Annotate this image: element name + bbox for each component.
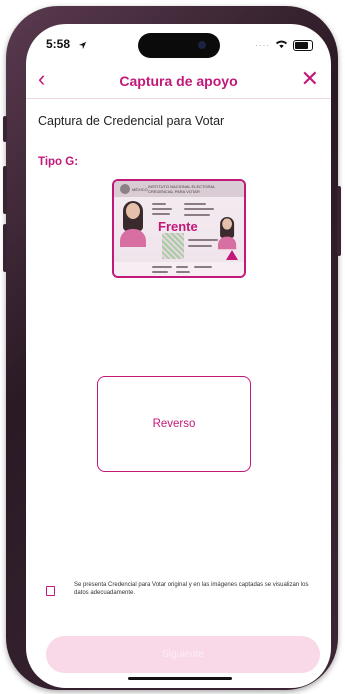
ghost-portrait [218, 217, 237, 250]
status-bar: 5:58 ···· [26, 24, 331, 64]
seal-icon [120, 184, 130, 194]
card-header-text: INSTITUTO NACIONAL ELECTORAL CREDENCIAL … [148, 184, 216, 194]
card-header: MÉXICO INSTITUTO NACIONAL ELECTORAL CRED… [114, 181, 244, 197]
security-pattern [162, 233, 184, 259]
reverso-label: Reverso [152, 418, 196, 430]
card-bottom-strip [114, 262, 244, 276]
status-icons: ···· [255, 36, 313, 54]
credential-back-capture[interactable]: Reverso [97, 376, 251, 472]
home-indicator [128, 677, 232, 680]
next-button[interactable]: Siguiente [46, 636, 320, 673]
battery-icon [293, 39, 313, 51]
logo-mark-icon [226, 250, 238, 260]
action-button [3, 116, 7, 142]
volume-up-button [3, 166, 7, 214]
power-button [337, 186, 341, 256]
status-time: 5:58 [46, 37, 71, 51]
page-title: Captura de apoyo [119, 73, 238, 89]
volume-down-button [3, 224, 7, 272]
phone-frame: 5:58 ···· ‹ Captura de apoyo ✕ Captura d… [3, 6, 341, 690]
section-title: Captura de Credencial para Votar [38, 114, 225, 128]
nav-bar: ‹ Captura de apoyo ✕ [26, 64, 331, 99]
card-face-label: Frente [158, 219, 198, 234]
credential-type-label: Tipo G: [38, 156, 79, 168]
consent-checkbox[interactable] [46, 586, 55, 596]
dynamic-island [138, 33, 220, 58]
next-button-label: Siguiente [162, 649, 204, 660]
consent-text: Se presenta Credencial para Votar origin… [74, 582, 309, 596]
card-country: MÉXICO [132, 187, 148, 192]
wifi-icon [275, 36, 288, 54]
dots-signal-icon: ···· [255, 40, 270, 50]
screen: 5:58 ···· ‹ Captura de apoyo ✕ Captura d… [26, 24, 331, 688]
location-arrow-icon [78, 37, 87, 55]
credential-front-capture[interactable]: MÉXICO INSTITUTO NACIONAL ELECTORAL CRED… [112, 179, 246, 278]
close-icon[interactable]: ✕ [301, 68, 319, 90]
portrait-photo [120, 201, 146, 247]
